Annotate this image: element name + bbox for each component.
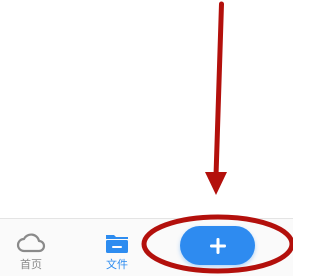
content-area (0, 0, 293, 218)
tab-home-label: 首页 (20, 258, 42, 271)
plus-icon (209, 237, 226, 254)
tab-home[interactable]: 首页 (8, 219, 54, 276)
add-button[interactable] (180, 226, 255, 265)
cloud-icon (16, 233, 46, 253)
tab-files[interactable]: 文件 (94, 219, 140, 276)
tab-files-label: 文件 (106, 258, 128, 271)
folder-icon (106, 235, 128, 253)
